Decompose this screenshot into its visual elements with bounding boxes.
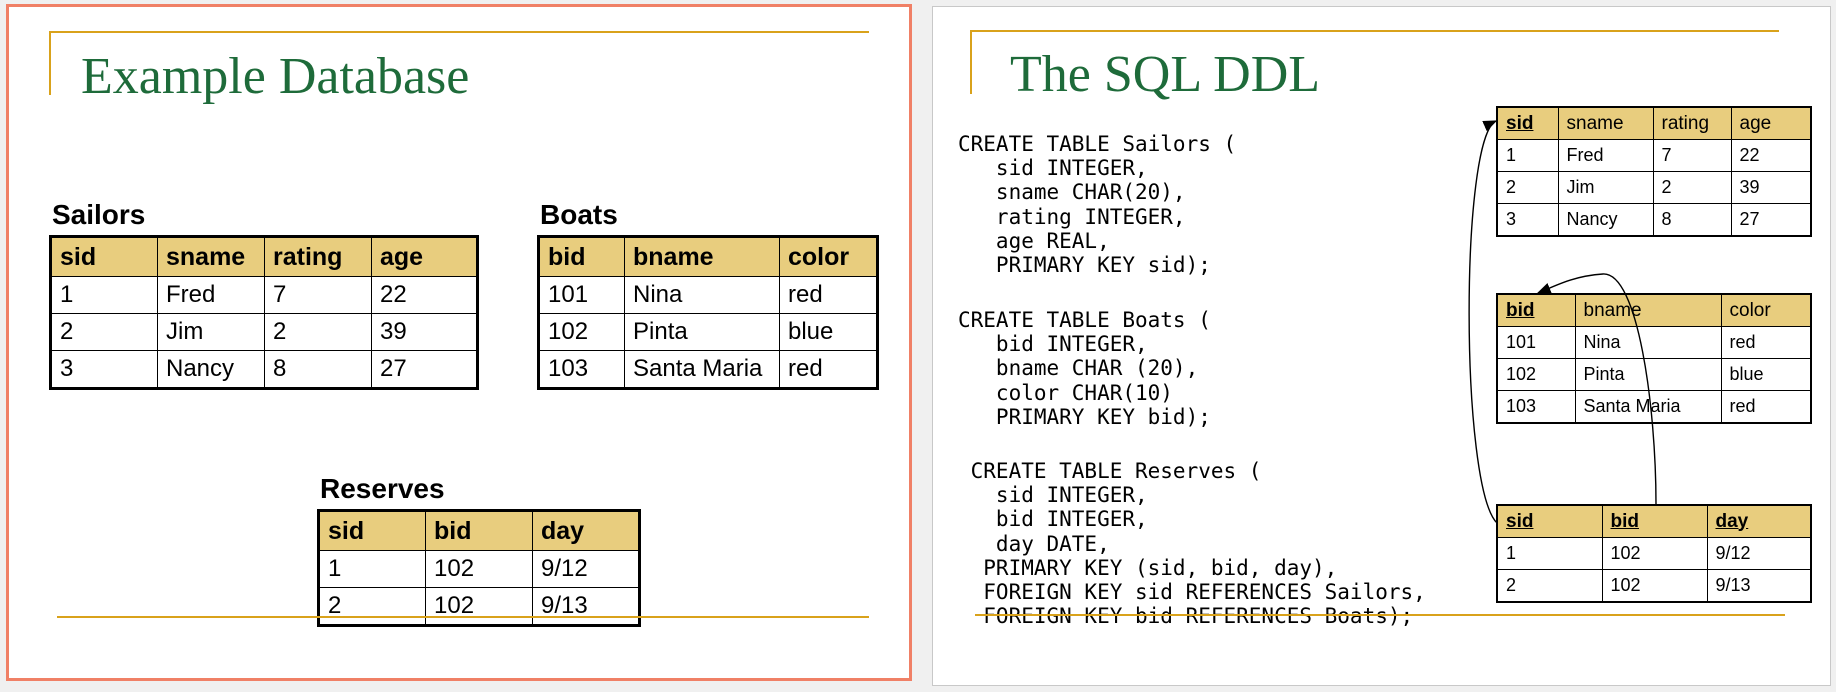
table-row: 102 Pinta blue <box>538 313 878 351</box>
bid-reference-arrow <box>1536 273 1657 505</box>
table-cell: 39 <box>371 313 478 351</box>
sailors-table: sid sname rating age 1 Fred 7 22 2 Jim 2 39 3N… <box>49 235 479 390</box>
table-row: 101 Nina red <box>538 276 878 314</box>
table-header-row: sid sname rating age <box>50 236 478 277</box>
table-row: 1 Fred 7 22 <box>50 276 478 314</box>
table-row: 3 Nancy 8 27 <box>50 350 478 389</box>
table-cell: 1 <box>50 276 158 314</box>
table-cell: 101 <box>538 276 625 314</box>
slide-title: Example Database <box>81 48 470 105</box>
table-cell: Nancy <box>157 350 265 389</box>
column-header: color <box>779 236 878 277</box>
table-cell: 102 <box>538 313 625 351</box>
table-cell: 8 <box>264 350 372 389</box>
table-cell: blue <box>779 313 878 351</box>
table-header-row: sid bid day <box>318 510 640 551</box>
table-cell: Nina <box>624 276 780 314</box>
sid-reference-arrow <box>1468 120 1498 524</box>
column-header: day <box>532 510 640 551</box>
column-header: sid <box>318 510 426 551</box>
table-row: 2 Jim 2 39 <box>50 313 478 351</box>
table-cell: 2 <box>264 313 372 351</box>
table-cell: red <box>779 350 878 389</box>
boats-table: bid bname color 101 Nina red 102 Pinta blue … <box>537 235 879 390</box>
reserves-label: Reserves <box>320 473 445 504</box>
bottom-accent-line <box>975 614 1785 616</box>
column-header: sid <box>50 236 158 277</box>
top-accent-line <box>49 31 869 33</box>
slide-example-database: Example Database Sailors sid sname ratin… <box>6 4 912 681</box>
boats-label: Boats <box>540 199 618 230</box>
table-cell: 102 <box>425 587 533 626</box>
table-cell: 9/12 <box>532 550 640 588</box>
column-header: bid <box>425 510 533 551</box>
table-cell: 9/13 <box>532 587 640 626</box>
table-cell: Jim <box>157 313 265 351</box>
table-header-row: bid bname color <box>538 236 878 277</box>
table-cell: 7 <box>264 276 372 314</box>
slide-sql-ddl: The SQL DDL CREATE TABLE Sailors ( sid I… <box>932 6 1831 686</box>
table-cell: 2 <box>318 587 426 626</box>
column-header: bid <box>538 236 625 277</box>
bottom-accent-line <box>57 616 869 618</box>
table-cell: Fred <box>157 276 265 314</box>
column-header: bname <box>624 236 780 277</box>
sailors-label: Sailors <box>52 199 146 230</box>
table-row: 103 Santa Maria red <box>538 350 878 389</box>
table-cell: 27 <box>371 350 478 389</box>
table-cell: 1 <box>318 550 426 588</box>
foreign-key-arrows <box>1468 120 1657 524</box>
table-cell: 102 <box>425 550 533 588</box>
table-row: 1 102 9/12 <box>318 550 640 588</box>
left-accent-line <box>49 31 51 95</box>
column-header: sname <box>157 236 265 277</box>
table-cell: 22 <box>371 276 478 314</box>
table-cell: Santa Maria <box>624 350 780 389</box>
table-cell: 2 <box>50 313 158 351</box>
column-header: rating <box>264 236 372 277</box>
column-header: age <box>371 236 478 277</box>
table-row: 2 102 9/13 <box>318 587 640 626</box>
table-cell: red <box>779 276 878 314</box>
table-cell: 3 <box>50 350 158 389</box>
table-cell: 103 <box>538 350 625 389</box>
table-cell: Pinta <box>624 313 780 351</box>
reserves-table: sid bid day 1 102 9/12 2 102 9/13 <box>317 509 641 627</box>
